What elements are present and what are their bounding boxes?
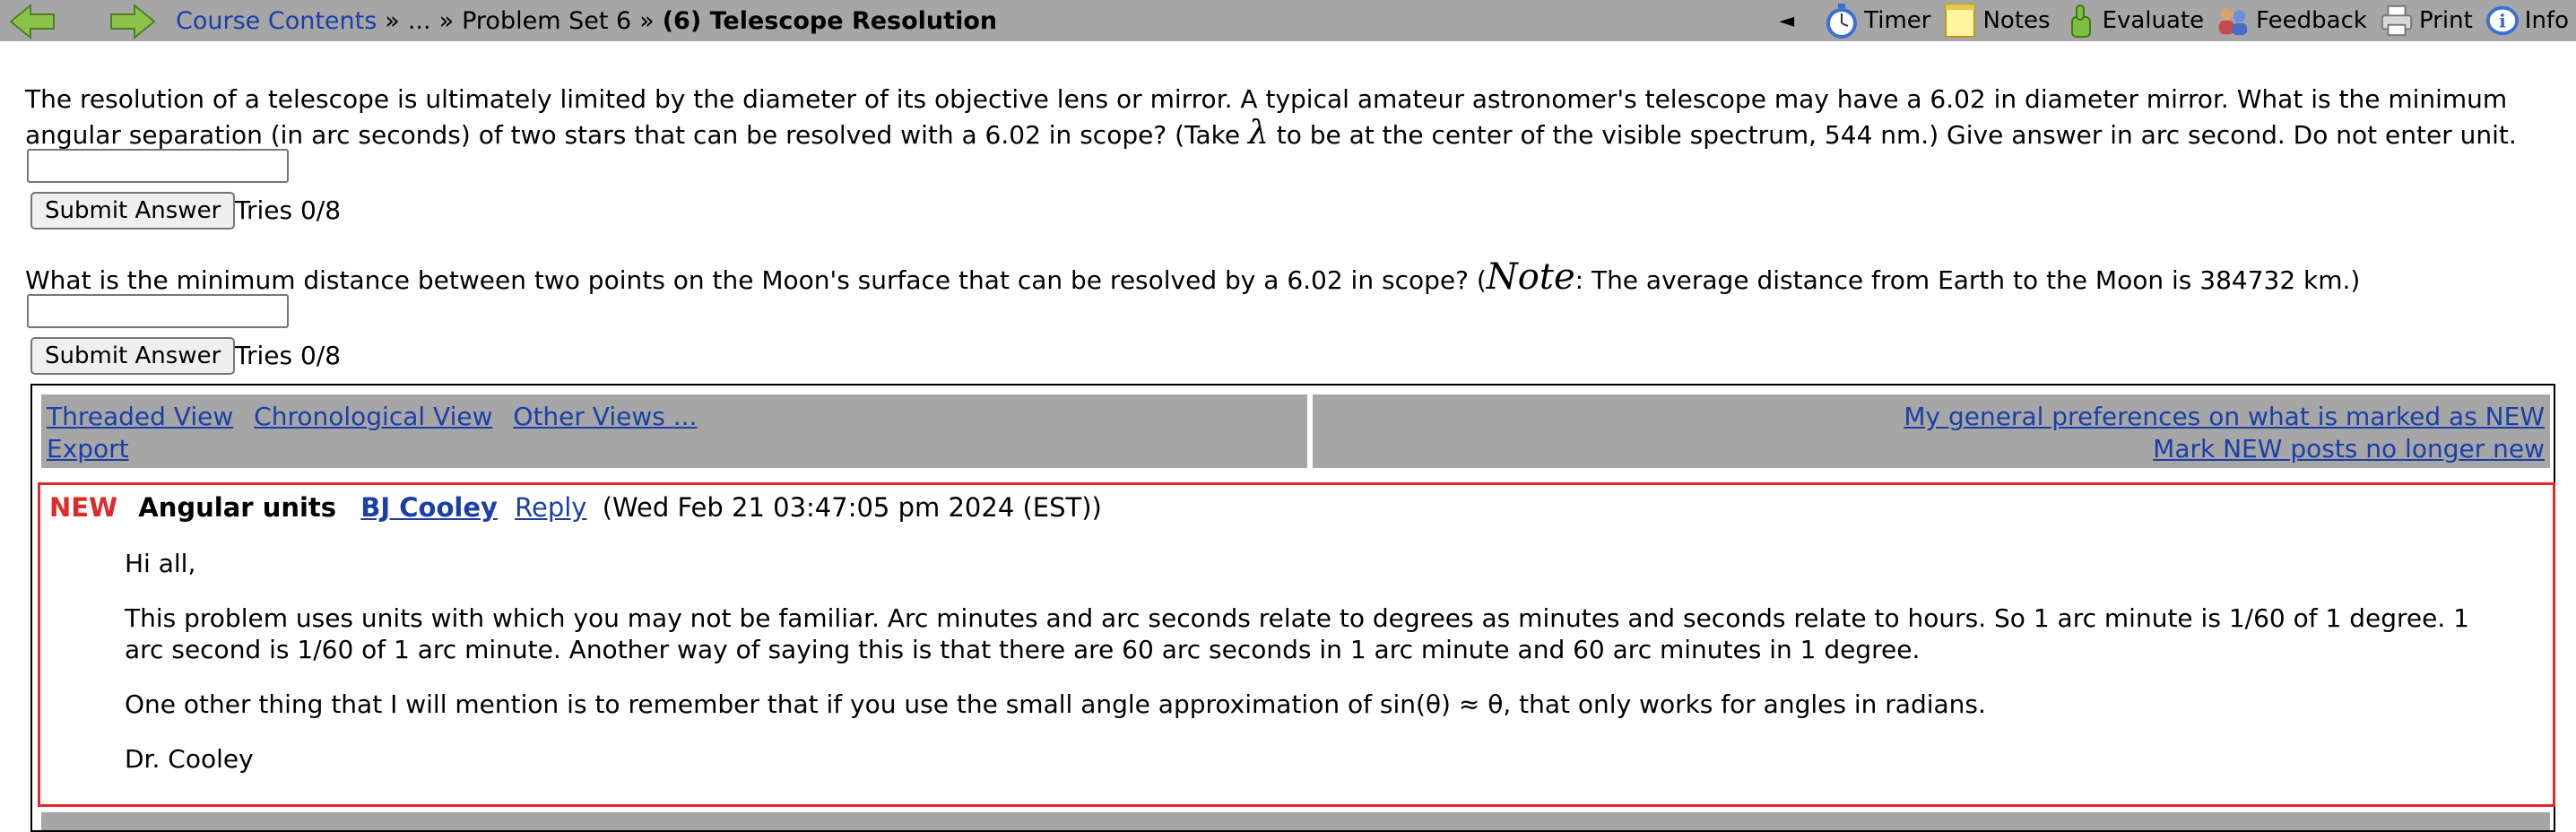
notes-button[interactable]: Notes: [1943, 3, 2051, 39]
new-preferences-link[interactable]: My general preferences on what is marked…: [1904, 402, 2545, 431]
breadcrumb-separator: »: [639, 6, 655, 35]
breadcrumb-separator: »: [438, 6, 455, 35]
feedback-label: Feedback: [2256, 7, 2367, 34]
thumbs-up-icon: [2063, 3, 2097, 39]
printer-icon: [2380, 3, 2414, 39]
breadcrumb-problem-set: Problem Set 6: [462, 6, 632, 35]
chronological-view-link[interactable]: Chronological View: [254, 402, 492, 431]
view-options-bar: Threaded View Chronological View Other V…: [41, 394, 1307, 468]
question-1-tries: Tries 0/8: [235, 195, 342, 225]
post-paragraph-1: This problem uses units with which you m…: [125, 603, 2469, 664]
evaluate-button[interactable]: Evaluate: [2063, 3, 2205, 39]
forum-post: NEW Angular units BJ Cooley Reply (Wed F…: [38, 482, 2555, 807]
feedback-people-icon: [2216, 3, 2251, 39]
note-word: Note: [1486, 256, 1575, 298]
post-header: NEW Angular units BJ Cooley Reply (Wed F…: [49, 492, 1102, 523]
forward-arrow-icon[interactable]: [109, 4, 156, 39]
other-views-link[interactable]: Other Views ...: [513, 402, 697, 431]
post-greeting: Hi all,: [125, 549, 196, 578]
collapse-toolbar-icon[interactable]: ◄: [1779, 10, 1794, 32]
question-1-submit-button[interactable]: Submit Answer: [30, 192, 236, 230]
question-2-submit-button[interactable]: Submit Answer: [30, 337, 236, 375]
svg-text:i: i: [2499, 10, 2506, 32]
question-1-text-after: to be at the center of the visible spect…: [1276, 120, 2517, 150]
info-icon: i: [2485, 3, 2520, 39]
preferences-bar: My general preferences on what is marked…: [1313, 394, 2550, 468]
breadcrumb-ellipsis: ...: [407, 6, 431, 35]
question-1-answer-input[interactable]: [27, 149, 289, 183]
discussion-panel: Threaded View Chronological View Other V…: [30, 384, 2555, 832]
post-paragraph-2: One other thing that I will mention is t…: [125, 689, 1986, 719]
notepad-icon: [1943, 3, 1977, 39]
back-arrow-icon[interactable]: [9, 4, 56, 39]
notes-label: Notes: [1982, 7, 2051, 34]
evaluate-label: Evaluate: [2102, 7, 2205, 34]
info-button[interactable]: i Info: [2485, 3, 2569, 39]
breadcrumb: Course Contents » ... » Problem Set 6 » …: [176, 0, 997, 41]
info-label: Info: [2524, 7, 2569, 34]
breadcrumb-separator: »: [385, 6, 400, 35]
post-body: Hi all, This problem uses units with whi…: [125, 548, 2492, 798]
question-2-answer-input[interactable]: [27, 294, 289, 328]
question-2-text-after: : The average distance from Earth to the…: [1574, 265, 2361, 295]
timer-label: Timer: [1864, 7, 1931, 34]
new-badge: NEW: [49, 492, 118, 523]
top-navigation-bar: Course Contents » ... » Problem Set 6 » …: [0, 0, 2576, 41]
post-author-link[interactable]: BJ Cooley: [360, 492, 498, 523]
threaded-view-link[interactable]: Threaded View: [47, 402, 233, 431]
stopwatch-icon: [1825, 3, 1859, 39]
feedback-button[interactable]: Feedback: [2216, 3, 2367, 39]
question-2-tries: Tries 0/8: [235, 341, 342, 370]
next-post-bar: [41, 812, 2550, 830]
question-2-text: What is the minimum distance between two…: [25, 259, 2527, 298]
export-link[interactable]: Export: [47, 434, 129, 464]
print-label: Print: [2418, 7, 2473, 34]
toolbar: ◄ Timer Notes Evaluate Feedback Print i …: [1779, 0, 2569, 41]
question-1-text: The resolution of a telescope is ultimat…: [25, 82, 2527, 152]
post-signature: Dr. Cooley: [125, 744, 254, 774]
print-button[interactable]: Print: [2380, 3, 2473, 39]
post-date: (Wed Feb 21 03:47:05 pm 2024 (EST)): [602, 492, 1102, 523]
lambda-symbol: λ: [1247, 115, 1269, 152]
reply-link[interactable]: Reply: [515, 492, 586, 523]
question-2-text-before: What is the minimum distance between two…: [25, 265, 1487, 295]
post-subject: Angular units: [138, 492, 337, 523]
timer-button[interactable]: Timer: [1825, 3, 1930, 39]
page-title: (6) Telescope Resolution: [662, 6, 998, 35]
mark-not-new-link[interactable]: Mark NEW posts no longer new: [2153, 434, 2545, 464]
breadcrumb-course-contents[interactable]: Course Contents: [176, 7, 377, 35]
